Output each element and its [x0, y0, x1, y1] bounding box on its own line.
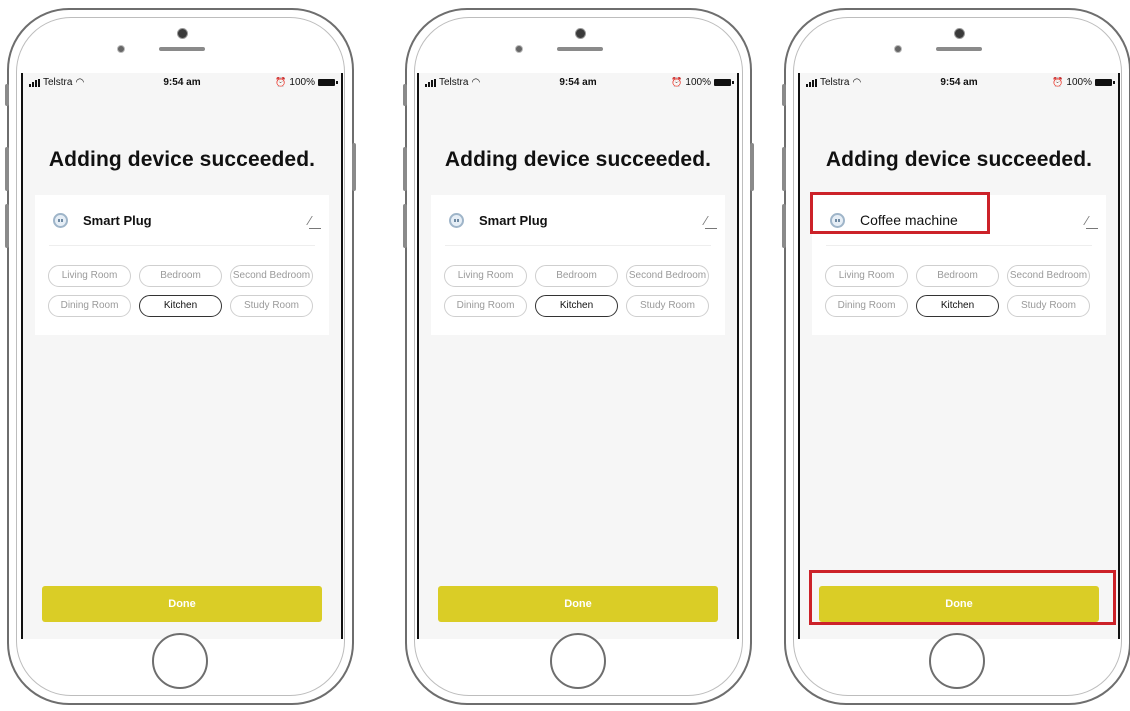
volume-up-button: [5, 147, 9, 191]
room-chip-living-room[interactable]: Living Room: [825, 265, 908, 287]
status-bar: Telstra ◠ 9:54 am ⏰ 100%: [23, 73, 341, 93]
room-chip-living-room[interactable]: Living Room: [48, 265, 131, 287]
proximity-sensor: [515, 45, 523, 53]
mute-switch: [5, 84, 9, 106]
earpiece-speaker: [936, 47, 982, 51]
front-camera: [575, 28, 586, 39]
smart-plug-icon: [449, 212, 464, 228]
app-screen: Telstra ◠ 9:54 am ⏰ 100% Adding device s…: [21, 73, 343, 639]
device-row: Coffee machine ∕: [826, 195, 1099, 246]
app-screen: Telstra ◠ 9:54 am ⏰ 100% Adding device s…: [798, 73, 1120, 639]
app-screen: Telstra ◠ 9:54 am ⏰ 100% Adding device s…: [417, 73, 739, 639]
mute-switch: [403, 84, 407, 106]
power-button: [352, 143, 356, 191]
volume-up-button: [403, 147, 407, 191]
volume-down-button: [782, 204, 786, 248]
pencil-icon[interactable]: ∕: [1085, 213, 1099, 229]
room-chip-kitchen[interactable]: Kitchen: [916, 295, 999, 317]
battery-icon: [1095, 79, 1115, 86]
phone-frame-3: Telstra ◠ 9:54 am ⏰ 100% Adding device s…: [782, 8, 1130, 705]
room-chip-second-bedroom[interactable]: Second Bedroom: [1007, 265, 1090, 287]
done-button[interactable]: Done: [819, 586, 1099, 622]
status-bar: Telstra ◠ 9:54 am ⏰ 100%: [800, 73, 1118, 93]
mute-switch: [782, 84, 786, 106]
battery-icon: [714, 79, 734, 86]
power-button: [750, 143, 754, 191]
room-chip-second-bedroom[interactable]: Second Bedroom: [626, 265, 709, 287]
phone-frame-1: Telstra ◠ 9:54 am ⏰ 100% Adding device s…: [5, 8, 356, 705]
earpiece-speaker: [159, 47, 205, 51]
status-bar: Telstra ◠ 9:54 am ⏰ 100%: [419, 73, 737, 93]
room-chip-second-bedroom[interactable]: Second Bedroom: [230, 265, 313, 287]
room-chip-dining-room[interactable]: Dining Room: [825, 295, 908, 317]
room-chip-bedroom[interactable]: Bedroom: [916, 265, 999, 287]
front-camera: [177, 28, 188, 39]
room-chip-study-room[interactable]: Study Room: [626, 295, 709, 317]
pencil-icon[interactable]: ∕: [308, 213, 322, 229]
room-chip-bedroom[interactable]: Bedroom: [535, 265, 618, 287]
device-name: Smart Plug: [83, 212, 152, 228]
smart-plug-icon: [53, 212, 68, 228]
alarm-icon: ⏰: [1052, 77, 1064, 87]
room-list: Living Room Bedroom Second Bedroom Dinin…: [444, 265, 712, 317]
smart-plug-icon: [830, 212, 845, 228]
volume-down-button: [5, 204, 9, 248]
proximity-sensor: [117, 45, 125, 53]
front-camera: [954, 28, 965, 39]
device-card: Smart Plug ∕ Living Room Bedroom Second …: [35, 195, 329, 335]
device-card: Smart Plug ∕ Living Room Bedroom Second …: [431, 195, 725, 335]
page-title: Adding device succeeded.: [444, 148, 712, 171]
page-title: Adding device succeeded.: [825, 148, 1093, 171]
battery-icon: [318, 79, 338, 86]
phone-frame-2: Telstra ◠ 9:54 am ⏰ 100% Adding device s…: [403, 8, 754, 705]
pencil-icon[interactable]: ∕: [704, 213, 718, 229]
home-button[interactable]: [929, 633, 985, 689]
room-chip-kitchen[interactable]: Kitchen: [139, 295, 222, 317]
battery-percent: 100%: [685, 77, 711, 88]
device-name: Smart Plug: [479, 212, 548, 228]
room-chip-living-room[interactable]: Living Room: [444, 265, 527, 287]
alarm-icon: ⏰: [671, 77, 683, 87]
volume-down-button: [403, 204, 407, 248]
device-name[interactable]: Coffee machine: [860, 212, 958, 228]
room-list: Living Room Bedroom Second Bedroom Dinin…: [48, 265, 316, 317]
room-chip-dining-room[interactable]: Dining Room: [444, 295, 527, 317]
done-button[interactable]: Done: [438, 586, 718, 622]
home-button[interactable]: [152, 633, 208, 689]
room-list: Living Room Bedroom Second Bedroom Dinin…: [825, 265, 1093, 317]
home-button[interactable]: [550, 633, 606, 689]
device-row: Smart Plug ∕: [445, 195, 718, 246]
battery-percent: 100%: [1066, 77, 1092, 88]
page-title: Adding device succeeded.: [48, 148, 316, 171]
room-chip-dining-room[interactable]: Dining Room: [48, 295, 131, 317]
done-button[interactable]: Done: [42, 586, 322, 622]
earpiece-speaker: [557, 47, 603, 51]
room-chip-bedroom[interactable]: Bedroom: [139, 265, 222, 287]
proximity-sensor: [894, 45, 902, 53]
room-chip-study-room[interactable]: Study Room: [230, 295, 313, 317]
room-chip-kitchen[interactable]: Kitchen: [535, 295, 618, 317]
battery-percent: 100%: [289, 77, 315, 88]
device-row: Smart Plug ∕: [49, 195, 322, 246]
alarm-icon: ⏰: [275, 77, 287, 87]
volume-up-button: [782, 147, 786, 191]
room-chip-study-room[interactable]: Study Room: [1007, 295, 1090, 317]
device-card: Coffee machine ∕ Living Room Bedroom Sec…: [812, 195, 1106, 335]
